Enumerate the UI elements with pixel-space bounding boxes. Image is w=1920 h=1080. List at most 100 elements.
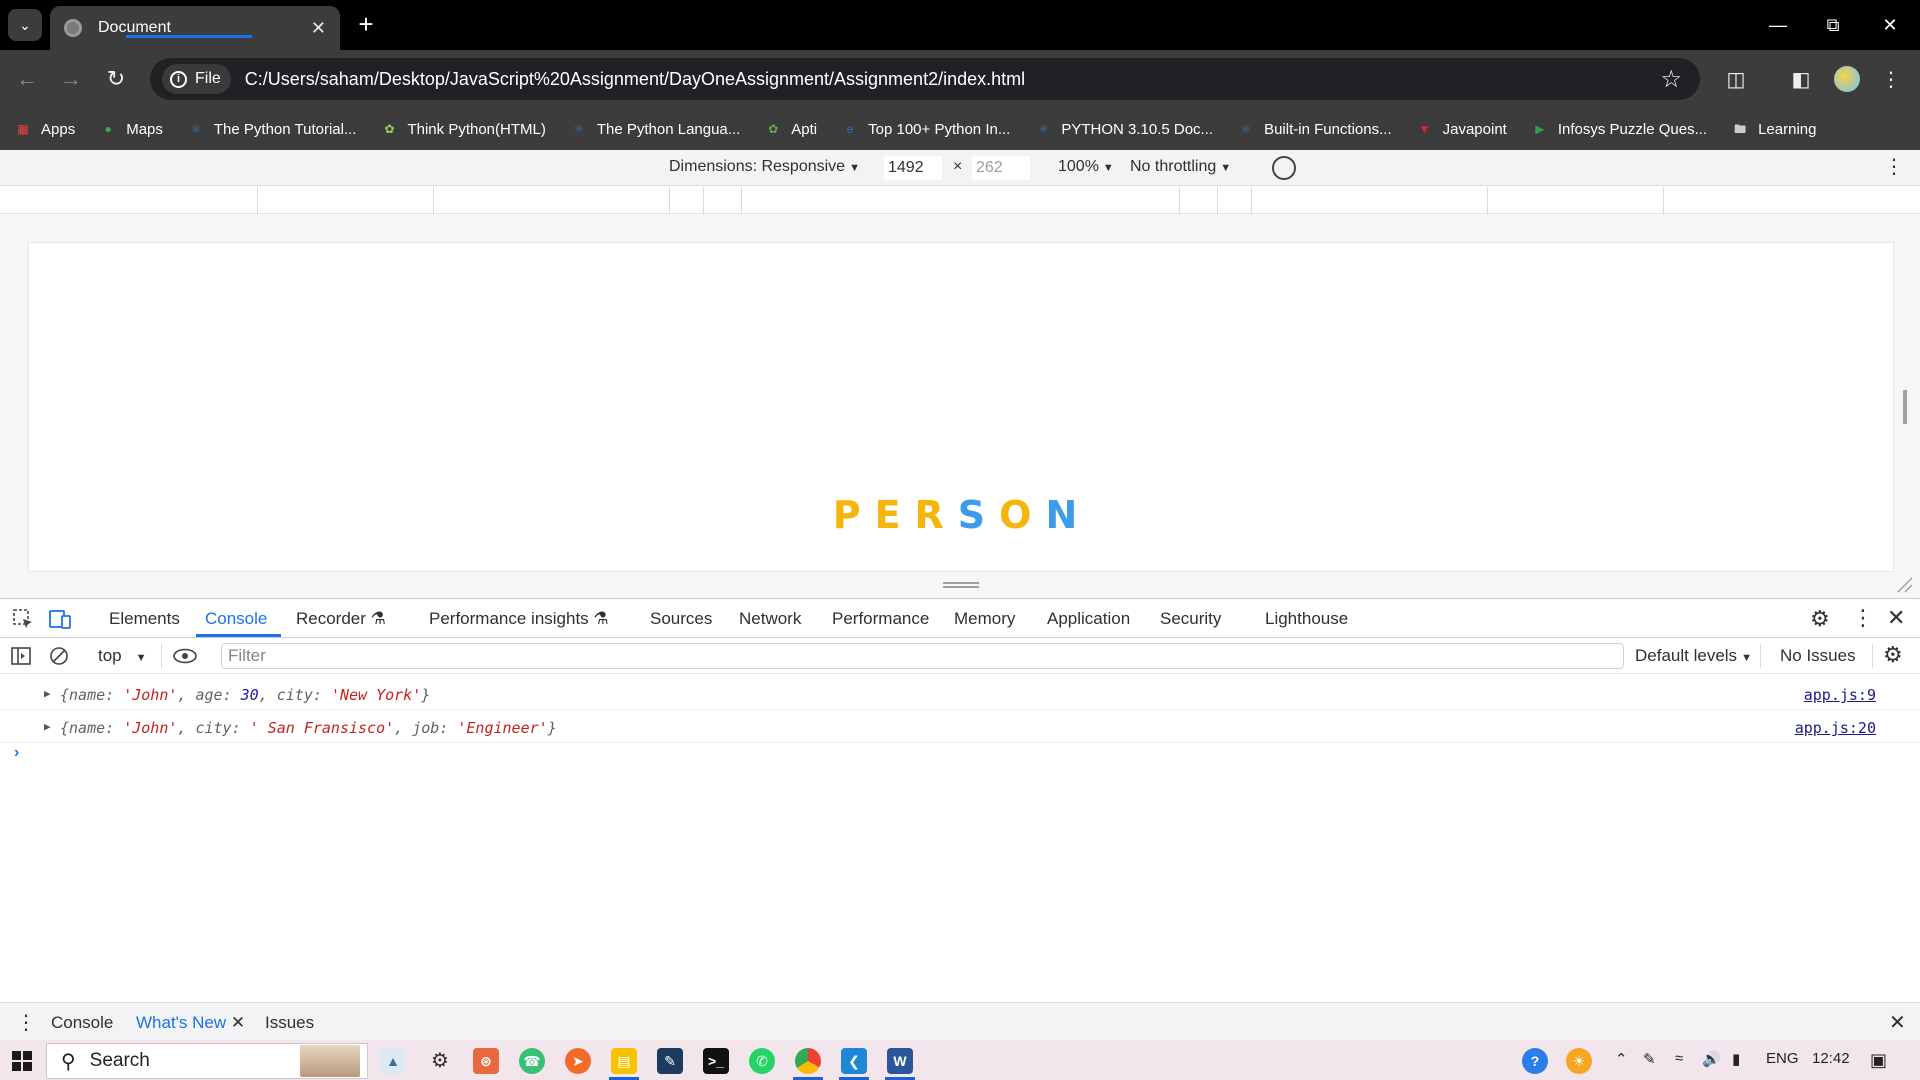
media-query-ruler[interactable] — [0, 187, 1920, 214]
live-expression-eye-icon[interactable] — [172, 648, 198, 664]
clear-console-icon[interactable] — [49, 646, 69, 666]
drawer-menu-icon[interactable]: ⋮ — [16, 1010, 36, 1035]
tab-lighthouse[interactable]: Lighthouse — [1265, 609, 1348, 629]
bookmark-item[interactable]: 🖿 Learning — [1731, 120, 1816, 138]
tab-console[interactable]: Console — [205, 609, 267, 629]
console-log-row[interactable]: ▶ {name: 'John', city: ' San Fransisco', … — [0, 711, 1920, 743]
bookmark-star-icon[interactable]: ☆ — [1660, 65, 1682, 94]
language-indicator[interactable]: ENG — [1766, 1050, 1799, 1067]
bookmark-item[interactable]: ● Maps — [99, 120, 163, 138]
bookmark-item[interactable]: ▼ Javapoint — [1416, 120, 1507, 138]
tab-sources[interactable]: Sources — [650, 609, 712, 629]
site-info-chip[interactable]: i File — [162, 64, 231, 94]
close-drawer-tab-icon[interactable]: ✕ — [226, 1013, 245, 1032]
address-bar[interactable]: i File C:/Users/saham/Desktop/JavaScript… — [150, 58, 1700, 100]
drawer-tab-what-s-new[interactable]: What's New ✕ — [136, 1013, 245, 1033]
reload-icon[interactable]: ↻ — [103, 66, 129, 92]
close-tab-icon[interactable]: ✕ — [311, 18, 326, 39]
notifications-icon[interactable]: ▣ — [1870, 1050, 1887, 1071]
windows-start-icon[interactable] — [12, 1051, 32, 1071]
context-selector[interactable]: top ▼ — [98, 646, 147, 666]
help-icon[interactable]: ? — [1522, 1048, 1548, 1074]
bookmark-item[interactable]: ⚛ The Python Tutorial... — [187, 120, 357, 138]
file-explorer-icon[interactable]: ▤ — [611, 1048, 637, 1074]
back-arrow-icon[interactable]: ← — [14, 66, 40, 92]
drawer-close-icon[interactable]: ✕ — [1889, 1010, 1906, 1035]
terminal-icon[interactable]: >_ — [703, 1048, 729, 1074]
device-toggle-icon[interactable] — [48, 608, 72, 630]
photos-app-icon[interactable]: ▲ — [380, 1048, 406, 1074]
bookmark-item[interactable]: ✿ Think Python(HTML) — [380, 120, 545, 138]
settings-app-icon[interactable]: ⚙ — [427, 1048, 453, 1074]
window-close-icon[interactable]: ✕ — [1870, 10, 1910, 40]
tab-performance-insights[interactable]: Performance insights ⚗ — [429, 609, 609, 629]
browser-menu-icon[interactable]: ⋮ — [1877, 66, 1905, 94]
restore-icon[interactable]: ⧉ — [1813, 10, 1853, 40]
throttling-dropdown[interactable]: No throttling ▼ — [1130, 158, 1231, 176]
inspect-element-icon[interactable] — [12, 608, 34, 630]
expand-arrow-icon[interactable]: ▶ — [44, 687, 51, 700]
wifi-icon[interactable]: ≈ — [1675, 1050, 1683, 1067]
chrome-icon[interactable] — [795, 1048, 821, 1074]
side-panel-icon[interactable]: ◧ — [1787, 66, 1815, 94]
devtools-close-icon[interactable]: ✕ — [1887, 605, 1905, 631]
bookmark-item[interactable]: ▶ Infosys Puzzle Ques... — [1531, 120, 1707, 138]
issues-count[interactable]: No Issues — [1780, 646, 1856, 666]
console-log-row[interactable]: ▶ {name: 'John', age: 30, city: 'New York… — [0, 678, 1920, 710]
log-levels-dropdown[interactable]: Default levels ▼ — [1635, 646, 1752, 666]
vs-code-alt-icon[interactable]: ✎ — [657, 1048, 683, 1074]
forward-arrow-icon[interactable]: → — [58, 66, 84, 92]
battery-icon[interactable]: ▮ — [1732, 1050, 1740, 1068]
clock-time[interactable]: 12:42 — [1812, 1050, 1850, 1067]
browser-tab[interactable]: Document ✕ — [50, 6, 340, 50]
drawer-tab-issues[interactable]: Issues — [265, 1013, 314, 1033]
bookmark-item[interactable]: ⚛ PYTHON 3.10.5 Doc... — [1034, 120, 1213, 138]
devtools-menu-icon[interactable]: ⋮ — [1852, 605, 1874, 631]
url-text[interactable]: C:/Users/saham/Desktop/JavaScript%20Assi… — [245, 69, 1661, 90]
height-input[interactable] — [972, 156, 1030, 180]
bookmark-item[interactable]: ▦ Apps — [14, 120, 75, 138]
resize-corner-icon[interactable] — [1896, 576, 1914, 594]
resize-handle-bottom[interactable] — [943, 582, 979, 588]
extensions-icon[interactable]: ◫ — [1722, 66, 1750, 94]
devtools-settings-icon[interactable]: ⚙ — [1810, 606, 1830, 632]
compass-app-icon[interactable]: ➤ — [565, 1048, 591, 1074]
filter-input[interactable]: Filter — [221, 643, 1624, 669]
dimensions-dropdown[interactable]: Dimensions: Responsive ▼ — [669, 158, 860, 176]
console-settings-icon[interactable]: ⚙ — [1883, 642, 1903, 668]
xampp-app-icon[interactable]: ⊛ — [473, 1048, 499, 1074]
volume-icon[interactable]: 🔊 — [1702, 1050, 1721, 1068]
tab-network[interactable]: Network — [739, 609, 801, 629]
new-tab-button[interactable]: + — [352, 10, 380, 38]
source-link[interactable]: app.js:20 — [1795, 719, 1876, 737]
minimize-icon[interactable]: — — [1758, 10, 1798, 40]
drawer-tab-console[interactable]: Console — [51, 1013, 113, 1033]
pen-icon[interactable]: ✎ — [1643, 1050, 1656, 1068]
tab-elements[interactable]: Elements — [109, 609, 180, 629]
profile-avatar[interactable] — [1834, 66, 1860, 92]
zoom-dropdown[interactable]: 100% ▼ — [1058, 158, 1114, 176]
sidebar-toggle-icon[interactable] — [11, 647, 31, 665]
whatsapp-web-icon[interactable]: ☎ — [519, 1048, 545, 1074]
word-icon[interactable]: W — [887, 1048, 913, 1074]
console-prompt-icon[interactable]: › — [14, 744, 19, 762]
bookmark-item[interactable]: ⚛ Built-in Functions... — [1237, 120, 1392, 138]
whatsapp-icon[interactable]: ✆ — [749, 1048, 775, 1074]
width-input[interactable] — [884, 156, 942, 180]
bookmark-item[interactable]: ✿ Apti — [764, 120, 817, 138]
tab-security[interactable]: Security — [1160, 609, 1221, 629]
tab-application[interactable]: Application — [1047, 609, 1130, 629]
weather-icon[interactable]: ☀ — [1566, 1048, 1592, 1074]
expand-arrow-icon[interactable]: ▶ — [44, 720, 51, 733]
bookmark-item[interactable]: ⚛ The Python Langua... — [570, 120, 740, 138]
tab-performance[interactable]: Performance — [832, 609, 929, 629]
vscode-icon[interactable]: ❮ — [841, 1048, 867, 1074]
tab-recorder[interactable]: Recorder ⚗ — [296, 609, 386, 629]
tray-chevron-up-icon[interactable]: ⌃ — [1615, 1050, 1628, 1068]
device-toolbar-menu-icon[interactable]: ⋮ — [1884, 154, 1904, 179]
source-link[interactable]: app.js:9 — [1804, 686, 1876, 704]
rotate-icon[interactable] — [1272, 156, 1296, 180]
resize-handle-right[interactable] — [1903, 390, 1907, 424]
tab-search-button[interactable]: ⌄ — [8, 9, 42, 41]
bookmark-item[interactable]: e Top 100+ Python In... — [841, 120, 1011, 138]
